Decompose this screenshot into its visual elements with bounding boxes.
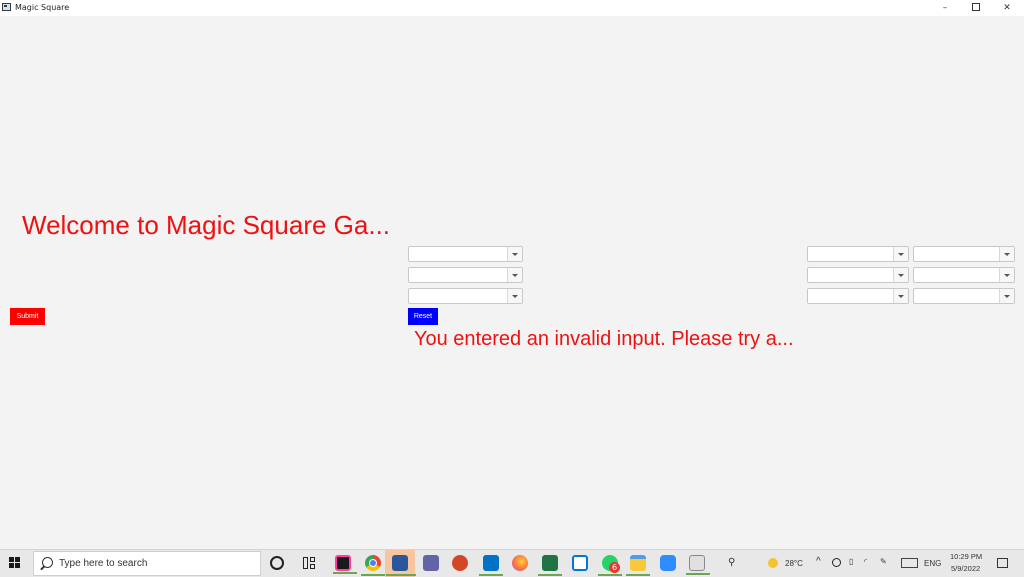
pen-icon[interactable]: ✎ <box>880 557 887 566</box>
people-icon[interactable]: ⚲ <box>728 557 735 568</box>
combo-box-2[interactable] <box>408 267 523 283</box>
powerpoint-icon[interactable] <box>452 555 468 571</box>
combo-box-8[interactable] <box>913 267 1015 283</box>
firefox-icon[interactable] <box>512 555 528 571</box>
record-icon[interactable] <box>832 558 841 567</box>
java-app-icon[interactable] <box>686 555 710 575</box>
vscode-icon[interactable] <box>572 555 588 571</box>
wifi-icon[interactable]: ◜ <box>864 557 867 566</box>
restore-icon <box>972 3 980 11</box>
chevron-down-icon[interactable] <box>893 289 908 303</box>
combo-box-3[interactable] <box>408 288 523 304</box>
search-placeholder: Type here to search <box>59 558 148 569</box>
zoom-icon[interactable] <box>660 555 676 571</box>
taskbar: Type here to search 6 ⚲ 28°C ^ ▯ ◜ ✎ ENG… <box>0 549 1024 577</box>
chevron-up-icon[interactable]: ^ <box>816 556 821 567</box>
title-bar: Magic Square – ✕ <box>0 0 1024 16</box>
chevron-down-icon[interactable] <box>893 247 908 261</box>
chevron-down-icon[interactable] <box>999 268 1014 282</box>
chevron-down-icon[interactable] <box>999 247 1014 261</box>
chevron-down-icon[interactable] <box>893 268 908 282</box>
reset-button[interactable]: Reset <box>408 308 438 325</box>
restore-button[interactable] <box>961 0 991 16</box>
whatsapp-badge: 6 <box>609 562 620 573</box>
weather-moon-icon[interactable] <box>768 558 778 568</box>
file-explorer-icon[interactable] <box>626 555 650 576</box>
welcome-heading: Welcome to Magic Square Ga... <box>22 210 391 240</box>
combo-box-7[interactable] <box>913 246 1015 262</box>
chevron-down-icon[interactable] <box>507 268 522 282</box>
cortana-icon[interactable] <box>270 556 284 570</box>
language-indicator[interactable]: ENG <box>924 559 941 568</box>
task-view-icon[interactable] <box>302 555 318 571</box>
notification-icon[interactable] <box>997 558 1008 568</box>
whatsapp-icon[interactable]: 6 <box>598 555 622 576</box>
combo-box-1[interactable] <box>408 246 523 262</box>
clock-date[interactable]: 5/9/2022 <box>951 564 980 573</box>
battery-icon[interactable]: ▯ <box>849 557 853 566</box>
weather-temperature[interactable]: 28°C <box>785 559 803 568</box>
taskbar-search-box[interactable]: Type here to search <box>33 551 261 576</box>
chevron-down-icon[interactable] <box>507 247 522 261</box>
combo-box-6[interactable] <box>807 288 909 304</box>
combo-box-9[interactable] <box>913 288 1015 304</box>
windows-start-icon[interactable] <box>9 557 21 569</box>
chevron-down-icon[interactable] <box>507 289 522 303</box>
app-icon <box>2 3 11 11</box>
teams-icon[interactable] <box>423 555 439 571</box>
jetbrains-icon[interactable] <box>333 555 357 574</box>
error-message: You entered an invalid input. Please try… <box>414 328 794 350</box>
keyboard-icon[interactable] <box>901 558 918 568</box>
submit-button[interactable]: Submit <box>10 308 45 325</box>
window-title: Magic Square <box>15 3 70 12</box>
outlook-icon[interactable] <box>479 555 503 576</box>
close-button[interactable]: ✕ <box>992 0 1022 16</box>
combo-box-5[interactable] <box>807 267 909 283</box>
word-icon[interactable] <box>386 555 416 576</box>
chevron-down-icon[interactable] <box>999 289 1014 303</box>
combo-box-4[interactable] <box>807 246 909 262</box>
clock-time[interactable]: 10:29 PM <box>950 552 982 561</box>
minimize-button[interactable]: – <box>930 0 960 16</box>
search-icon <box>42 557 53 568</box>
excel-icon[interactable] <box>538 555 562 576</box>
chrome-icon[interactable] <box>361 555 385 576</box>
